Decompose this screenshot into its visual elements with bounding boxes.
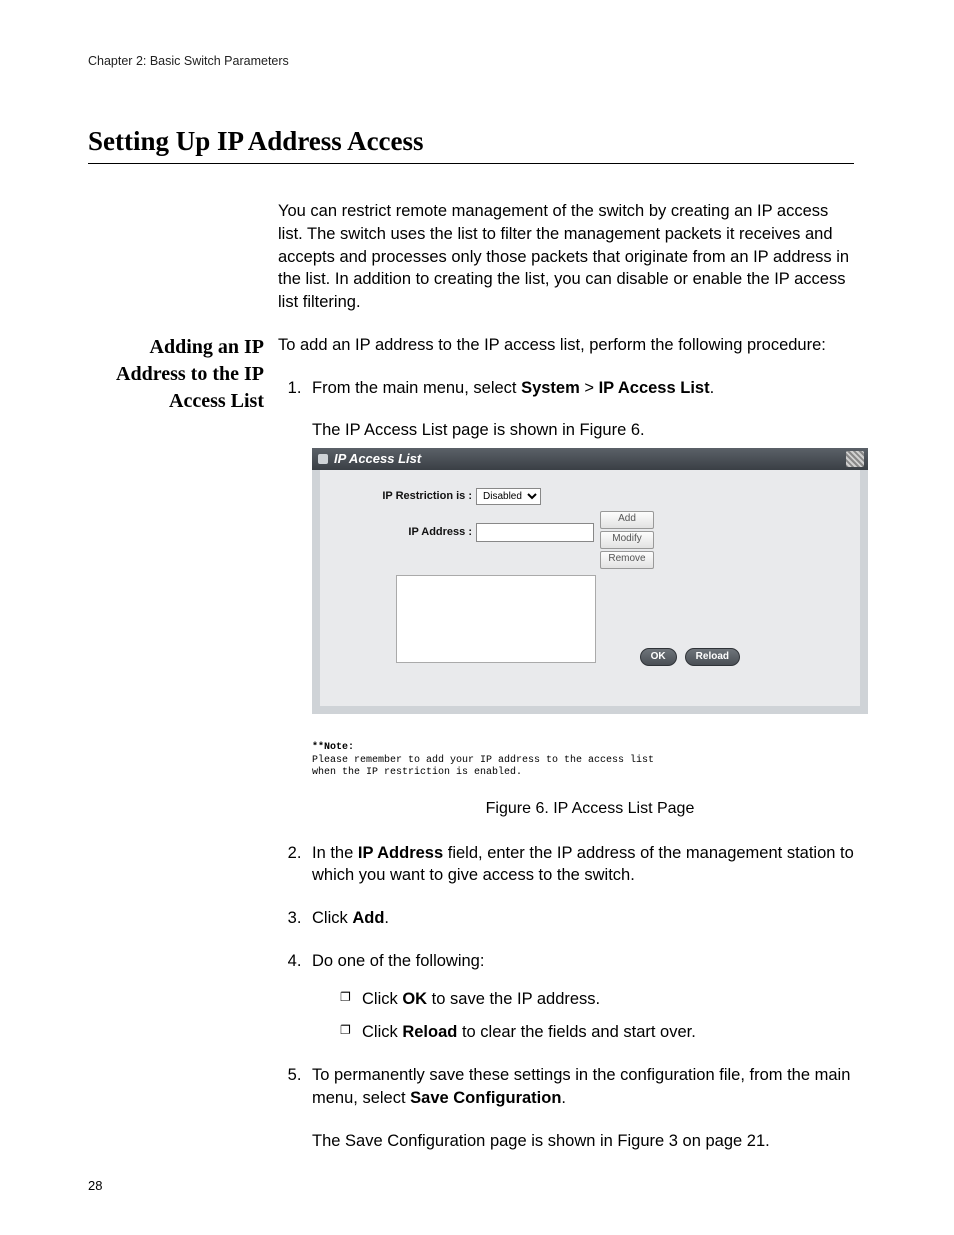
- step-1-text-pre: From the main menu, select: [312, 379, 521, 397]
- step-2: In the IP Address field, enter the IP ad…: [306, 842, 868, 888]
- step-4a-pre: Click: [362, 990, 402, 1008]
- section-title: Setting Up IP Address Access: [88, 126, 854, 164]
- step-4b: Click Reload to clear the fields and sta…: [340, 1020, 868, 1045]
- ok-button[interactable]: OK: [640, 648, 677, 666]
- step-1-after: The IP Access List page is shown in Figu…: [312, 419, 868, 442]
- figure-note-line1: Please remember to add your IP address t…: [312, 755, 868, 768]
- figure-caption: Figure 6. IP Access List Page: [312, 798, 868, 820]
- subsection-heading: Adding an IP Address to the IP Access Li…: [88, 334, 264, 415]
- step-3-bold: Add: [352, 909, 384, 927]
- step-4b-pre: Click: [362, 1023, 402, 1041]
- ip-address-input[interactable]: [476, 523, 594, 542]
- subsection-intro: To add an IP address to the IP access li…: [278, 334, 868, 357]
- intro-paragraph: You can restrict remote management of th…: [278, 200, 854, 314]
- label-ip-restriction: IP Restriction is :: [332, 489, 476, 504]
- step-5-pre: To permanently save these settings in th…: [312, 1066, 850, 1107]
- page-number: 28: [88, 1178, 102, 1193]
- step-3-post: .: [384, 909, 389, 927]
- ip-access-list-panel: IP Access List IP Restriction is : Disab…: [312, 448, 868, 714]
- step-1-bold-system: System: [521, 379, 580, 397]
- step-1: From the main menu, select System > IP A…: [306, 377, 868, 820]
- step-4a-bold: OK: [402, 990, 427, 1008]
- step-3: Click Add.: [306, 907, 868, 930]
- step-2-pre: In the: [312, 844, 358, 862]
- step-4b-post: to clear the fields and start over.: [457, 1023, 695, 1041]
- step-4-text: Do one of the following:: [312, 952, 484, 970]
- step-4b-bold: Reload: [402, 1023, 457, 1041]
- step-5: To permanently save these settings in th…: [306, 1064, 868, 1152]
- panel-titlebar: IP Access List: [312, 448, 868, 470]
- modify-button[interactable]: Modify: [600, 531, 654, 549]
- procedure-steps: From the main menu, select System > IP A…: [278, 377, 868, 1153]
- titlebar-left-icon: [318, 454, 328, 464]
- step-5-bold: Save Configuration: [410, 1089, 561, 1107]
- step-1-bold-ipaccess: IP Access List: [599, 379, 710, 397]
- step-4a-post: to save the IP address.: [427, 990, 600, 1008]
- step-4a: Click OK to save the IP address.: [340, 987, 868, 1012]
- figure-6: IP Access List IP Restriction is : Disab…: [312, 448, 868, 820]
- figure-note: **Note: Please remember to add your IP a…: [312, 742, 868, 780]
- step-4: Do one of the following: Click OK to sav…: [306, 950, 868, 1044]
- remove-button[interactable]: Remove: [600, 551, 654, 569]
- ip-restriction-select[interactable]: Disabled: [476, 488, 541, 505]
- reload-button[interactable]: Reload: [685, 648, 740, 666]
- step-1-text-mid: >: [580, 379, 599, 397]
- add-button[interactable]: Add: [600, 511, 654, 529]
- step-1-text-post: .: [710, 379, 715, 397]
- step-5-after: The Save Configuration page is shown in …: [312, 1130, 868, 1153]
- panel-title-text: IP Access List: [334, 450, 421, 468]
- figure-note-line2: when the IP restriction is enabled.: [312, 767, 868, 780]
- step-5-post: .: [561, 1089, 566, 1107]
- step-3-pre: Click: [312, 909, 352, 927]
- label-ip-address: IP Address :: [332, 511, 476, 540]
- titlebar-right-icon: [846, 451, 864, 467]
- step-2-bold: IP Address: [358, 844, 443, 862]
- ip-list-box[interactable]: [396, 575, 596, 663]
- figure-note-head: **Note:: [312, 742, 868, 755]
- chapter-header: Chapter 2: Basic Switch Parameters: [88, 54, 854, 68]
- step-4-sublist: Click OK to save the IP address. Click R…: [312, 987, 868, 1045]
